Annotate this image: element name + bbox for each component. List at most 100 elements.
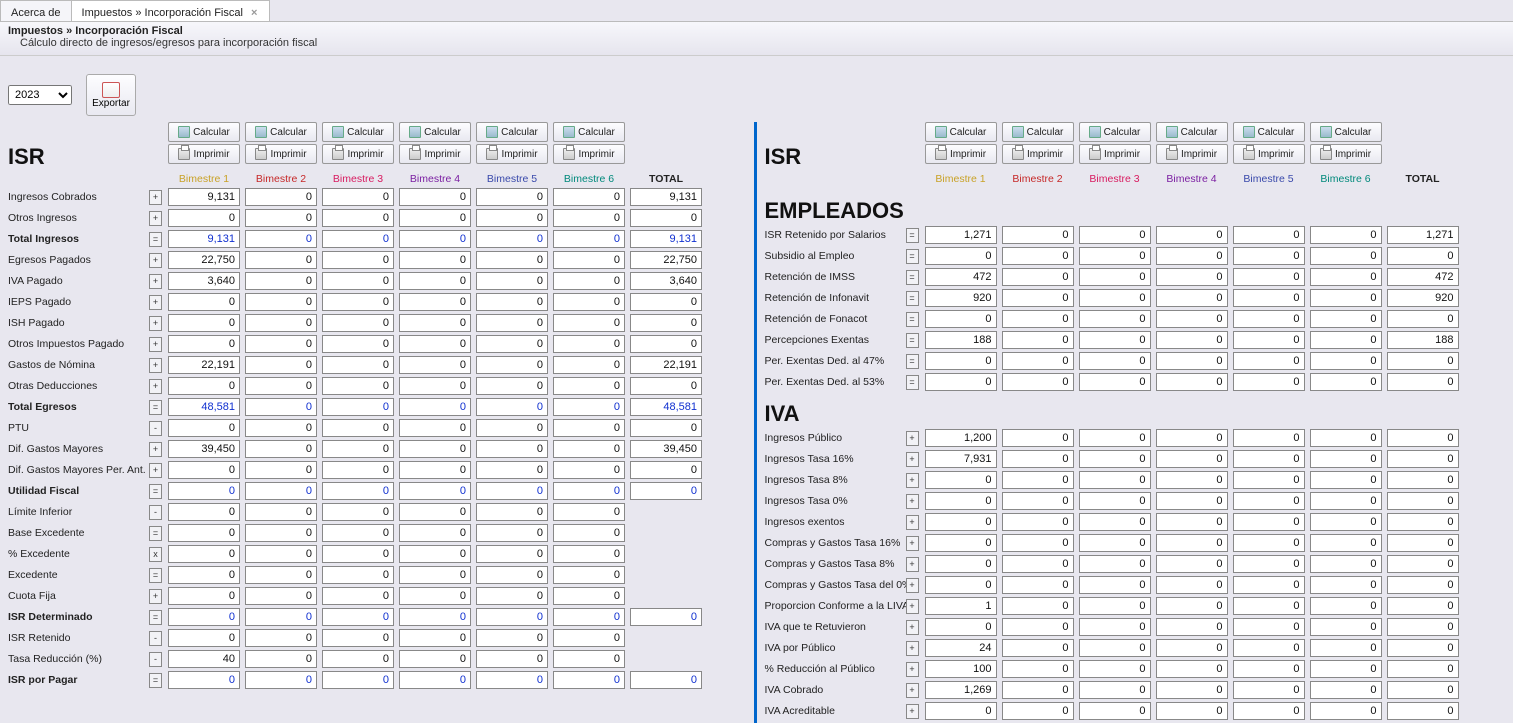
emp-cell-6-4[interactable]: 0 [1233,352,1305,370]
emp-cell-1-1[interactable]: 0 [1002,247,1074,265]
isr-cell-11-5[interactable]: 0 [553,419,625,437]
isr-cell-15-2[interactable]: 0 [322,503,394,521]
emp-cell-7-1[interactable]: 0 [1002,373,1074,391]
emp-cell-4-5[interactable]: 0 [1310,310,1382,328]
emp-cell-7-5[interactable]: 0 [1310,373,1382,391]
iva-cell-7-3[interactable]: 0 [1156,576,1228,594]
emp-cell-7-4[interactable]: 0 [1233,373,1305,391]
emp-cell-6-2[interactable]: 0 [1079,352,1151,370]
left-print-bim3[interactable]: Imprimir [322,144,394,164]
isr-cell-11-3[interactable]: 0 [399,419,471,437]
isr-cell-16-2[interactable]: 0 [322,524,394,542]
isr-cell-3-3[interactable]: 0 [399,251,471,269]
year-select[interactable]: 2023 [8,85,72,105]
isr-cell-15-4[interactable]: 0 [476,503,548,521]
isr-cell-15-0[interactable]: 0 [168,503,240,521]
iva-cell-0-4[interactable]: 0 [1233,429,1305,447]
isr-cell-23-0[interactable]: 0 [168,671,240,689]
isr-cell-17-2[interactable]: 0 [322,545,394,563]
iva-cell-5-5[interactable]: 0 [1310,534,1382,552]
right-print-bim3[interactable]: Imprimir [1079,144,1151,164]
isr-cell-16-5[interactable]: 0 [553,524,625,542]
iva-cell-12-0[interactable]: 1,269 [925,681,997,699]
isr-cell-0-2[interactable]: 0 [322,188,394,206]
isr-cell-7-4[interactable]: 0 [476,335,548,353]
isr-cell-12-4[interactable]: 0 [476,440,548,458]
iva-cell-11-1[interactable]: 0 [1002,660,1074,678]
iva-cell-3-5[interactable]: 0 [1310,492,1382,510]
isr-cell-13-5[interactable]: 0 [553,461,625,479]
isr-cell-19-3[interactable]: 0 [399,587,471,605]
left-panel-scroll[interactable]: CalcularCalcularCalcularCalcularCalcular… [0,122,754,723]
isr-cell-3-0[interactable]: 22,750 [168,251,240,269]
isr-cell-1-5[interactable]: 0 [553,209,625,227]
iva-cell-10-2[interactable]: 0 [1079,639,1151,657]
left-print-bim5[interactable]: Imprimir [476,144,548,164]
isr-cell-15-3[interactable]: 0 [399,503,471,521]
iva-cell-4-4[interactable]: 0 [1233,513,1305,531]
iva-cell-3-3[interactable]: 0 [1156,492,1228,510]
tab-incorporacion-fiscal[interactable]: Impuestos » Incorporación Fiscal × [71,0,271,21]
isr-cell-7-2[interactable]: 0 [322,335,394,353]
right-calc-bim2[interactable]: Calcular [1002,122,1074,142]
isr-cell-4-2[interactable]: 0 [322,272,394,290]
isr-cell-23-5[interactable]: 0 [553,671,625,689]
iva-cell-10-5[interactable]: 0 [1310,639,1382,657]
isr-cell-22-2[interactable]: 0 [322,650,394,668]
iva-cell-4-1[interactable]: 0 [1002,513,1074,531]
isr-cell-15-5[interactable]: 0 [553,503,625,521]
isr-cell-22-0[interactable]: 40 [168,650,240,668]
isr-cell-22-5[interactable]: 0 [553,650,625,668]
isr-cell-20-4[interactable]: 0 [476,608,548,626]
emp-cell-3-0[interactable]: 920 [925,289,997,307]
right-calc-bim6[interactable]: Calcular [1310,122,1382,142]
left-calc-bim3[interactable]: Calcular [322,122,394,142]
isr-cell-2-5[interactable]: 0 [553,230,625,248]
iva-cell-2-2[interactable]: 0 [1079,471,1151,489]
isr-cell-11-2[interactable]: 0 [322,419,394,437]
iva-cell-0-2[interactable]: 0 [1079,429,1151,447]
isr-cell-20-2[interactable]: 0 [322,608,394,626]
iva-cell-1-2[interactable]: 0 [1079,450,1151,468]
iva-cell-5-1[interactable]: 0 [1002,534,1074,552]
iva-cell-5-3[interactable]: 0 [1156,534,1228,552]
isr-cell-4-1[interactable]: 0 [245,272,317,290]
iva-cell-6-2[interactable]: 0 [1079,555,1151,573]
emp-cell-2-1[interactable]: 0 [1002,268,1074,286]
export-button[interactable]: Exportar [86,74,136,116]
emp-cell-3-5[interactable]: 0 [1310,289,1382,307]
iva-cell-11-2[interactable]: 0 [1079,660,1151,678]
isr-cell-6-3[interactable]: 0 [399,314,471,332]
iva-cell-12-4[interactable]: 0 [1233,681,1305,699]
isr-cell-10-4[interactable]: 0 [476,398,548,416]
isr-cell-2-0[interactable]: 9,131 [168,230,240,248]
isr-cell-8-4[interactable]: 0 [476,356,548,374]
isr-cell-0-3[interactable]: 0 [399,188,471,206]
iva-cell-9-5[interactable]: 0 [1310,618,1382,636]
isr-cell-10-2[interactable]: 0 [322,398,394,416]
isr-cell-6-0[interactable]: 0 [168,314,240,332]
iva-cell-8-4[interactable]: 0 [1233,597,1305,615]
isr-cell-0-0[interactable]: 9,131 [168,188,240,206]
isr-cell-22-4[interactable]: 0 [476,650,548,668]
left-calc-bim5[interactable]: Calcular [476,122,548,142]
iva-cell-7-1[interactable]: 0 [1002,576,1074,594]
iva-cell-9-4[interactable]: 0 [1233,618,1305,636]
isr-cell-8-1[interactable]: 0 [245,356,317,374]
isr-cell-21-2[interactable]: 0 [322,629,394,647]
iva-cell-2-5[interactable]: 0 [1310,471,1382,489]
isr-cell-15-1[interactable]: 0 [245,503,317,521]
isr-cell-16-0[interactable]: 0 [168,524,240,542]
iva-cell-1-3[interactable]: 0 [1156,450,1228,468]
iva-cell-2-4[interactable]: 0 [1233,471,1305,489]
emp-cell-4-4[interactable]: 0 [1233,310,1305,328]
right-print-bim6[interactable]: Imprimir [1310,144,1382,164]
isr-cell-14-0[interactable]: 0 [168,482,240,500]
iva-cell-7-4[interactable]: 0 [1233,576,1305,594]
isr-cell-2-2[interactable]: 0 [322,230,394,248]
iva-cell-13-2[interactable]: 0 [1079,702,1151,720]
isr-cell-3-5[interactable]: 0 [553,251,625,269]
isr-cell-10-5[interactable]: 0 [553,398,625,416]
emp-cell-7-0[interactable]: 0 [925,373,997,391]
isr-cell-19-0[interactable]: 0 [168,587,240,605]
